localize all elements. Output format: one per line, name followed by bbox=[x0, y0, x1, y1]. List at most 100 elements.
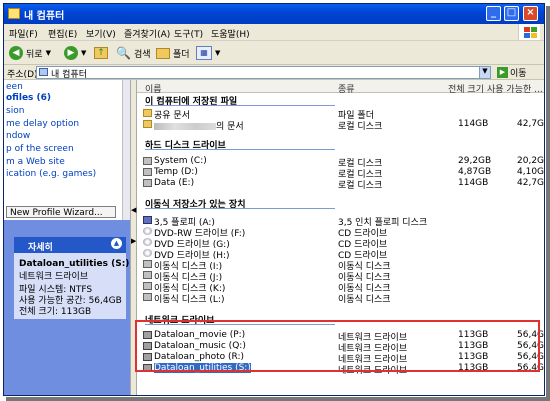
close-button[interactable]: × bbox=[523, 6, 538, 21]
left-pane-scrollbar[interactable] bbox=[122, 80, 130, 220]
column-free[interactable]: 사용 가능한 ... bbox=[487, 82, 543, 95]
chevron-down-icon: ▼ bbox=[81, 49, 87, 57]
highlight-box-network-drives bbox=[135, 320, 540, 372]
menu-edit[interactable]: 편집(E) bbox=[48, 27, 77, 40]
my-computer-icon bbox=[39, 68, 48, 76]
column-type[interactable]: 종류 bbox=[338, 82, 355, 95]
toolbar: ◀ 뒤로 ▼ ▶ ▼ ↑ 🔍 검색 폴더 ▦ ▼ bbox=[4, 41, 544, 65]
folders-label: 폴더 bbox=[173, 49, 190, 60]
column-total[interactable]: 전체 크기 bbox=[448, 82, 484, 95]
details-total-size: 전체 크기: 113GB bbox=[19, 307, 92, 317]
my-computer-icon bbox=[8, 8, 20, 19]
menu-file[interactable]: 파일(F) bbox=[9, 27, 38, 40]
new-profile-wizard-button[interactable]: New Profile Wizard... bbox=[6, 206, 116, 218]
address-field[interactable]: 내 컴퓨터 ▼ bbox=[36, 66, 491, 80]
removable-disk-icon bbox=[143, 293, 152, 301]
list-item[interactable]: 의 문서 로컬 디스크 114GB 42,7GB bbox=[137, 119, 544, 132]
hard-disk-icon bbox=[143, 179, 152, 187]
list-item[interactable]: Temp (D:) 로컬 디스크 4,87GB 4,10GB bbox=[137, 167, 544, 180]
item-type: 로컬 디스크 bbox=[338, 122, 383, 132]
search-label: 검색 bbox=[133, 49, 151, 60]
profile-list-item[interactable]: ication (e.g. games) bbox=[6, 169, 96, 179]
collapse-icon[interactable]: ▲ bbox=[111, 238, 122, 249]
go-label: 이동 bbox=[510, 69, 527, 79]
profile-list-item[interactable]: ndow bbox=[6, 131, 30, 141]
profile-list-item[interactable]: een bbox=[6, 82, 23, 92]
views-icon: ▦ bbox=[196, 46, 212, 60]
up-folder-icon: ↑ bbox=[94, 47, 108, 59]
views-button[interactable]: ▦ ▼ bbox=[196, 45, 220, 61]
section-divider bbox=[145, 149, 335, 150]
forward-arrow-icon: ▶ bbox=[64, 46, 78, 60]
details-name: Dataloan_utilities (S:) bbox=[19, 259, 130, 269]
profile-list-item[interactable]: p of the screen bbox=[6, 144, 74, 154]
list-item[interactable]: 이동식 디스크 (I:) 이동식 디스크 bbox=[137, 259, 544, 272]
back-label: 뒤로 bbox=[26, 49, 43, 60]
new-profile-wizard-label: New Profile Wizard... bbox=[10, 208, 103, 218]
list-item[interactable]: 이동식 디스크 (K:) 이동식 디스크 bbox=[137, 281, 544, 294]
go-button[interactable]: ▶ 이동 bbox=[497, 66, 527, 79]
hard-disk-icon bbox=[143, 168, 152, 176]
item-total: 4,87GB bbox=[458, 167, 492, 177]
list-item[interactable]: 공유 문서 파일 폴더 bbox=[137, 108, 544, 121]
dvd-drive-icon bbox=[143, 238, 152, 246]
list-item[interactable]: 이동식 디스크 (L:) 이동식 디스크 bbox=[137, 292, 544, 305]
item-total: 114GB bbox=[458, 178, 489, 188]
menu-view[interactable]: 보기(V) bbox=[86, 27, 116, 40]
left-task-pane: een ofiles (6) sion me delay option ndow… bbox=[4, 80, 130, 395]
column-header: 이름 종류 전체 크기 사용 가능한 ... bbox=[137, 80, 544, 95]
list-item[interactable]: DVD 드라이브 (G:) CD 드라이브 bbox=[137, 237, 544, 250]
list-item[interactable]: 3,5 플로피 (A:) 3,5 인치 플로피 디스크 bbox=[137, 215, 544, 228]
item-type: 로컬 디스크 bbox=[338, 181, 383, 191]
go-arrow-icon: ▶ bbox=[497, 67, 508, 78]
address-dropdown-icon[interactable]: ▼ bbox=[479, 67, 490, 78]
maximize-button[interactable]: □ bbox=[504, 6, 519, 21]
menu-tools[interactable]: 도구(T) bbox=[174, 27, 203, 40]
section-divider bbox=[145, 105, 335, 106]
section-divider bbox=[145, 208, 335, 209]
chevron-down-icon: ▼ bbox=[45, 49, 51, 57]
item-name: 의 문서 bbox=[154, 119, 244, 132]
up-folder-button[interactable]: ↑ bbox=[94, 45, 108, 61]
minimize-button[interactable]: _ bbox=[486, 6, 501, 21]
details-panel: Dataloan_utilities (S:) 네트워크 드라이브 파일 시스템… bbox=[14, 253, 130, 319]
menu-help[interactable]: 도움말(H) bbox=[211, 27, 250, 40]
splitter-arrow-icon: ▶ bbox=[131, 237, 137, 245]
item-free: 4,10GB bbox=[517, 167, 544, 177]
list-item[interactable]: 이동식 디스크 (J:) 이동식 디스크 bbox=[137, 270, 544, 283]
dvd-drive-icon bbox=[143, 249, 152, 257]
list-item[interactable]: Data (E:) 로컬 디스크 114GB 42,7GB bbox=[137, 178, 544, 191]
list-item[interactable]: DVD-RW 드라이브 (F:) CD 드라이브 bbox=[137, 226, 544, 239]
address-bar: 주소(D) 내 컴퓨터 ▼ ▶ 이동 bbox=[4, 65, 544, 80]
removable-disk-icon bbox=[143, 260, 152, 268]
hard-disk-icon bbox=[143, 157, 152, 165]
forward-button[interactable]: ▶ ▼ bbox=[64, 45, 86, 61]
profile-list-item[interactable]: ofiles (6) bbox=[6, 93, 51, 103]
folder-icon bbox=[143, 120, 152, 128]
removable-disk-icon bbox=[143, 282, 152, 290]
search-icon: 🔍 bbox=[116, 46, 131, 60]
profile-list-item[interactable]: sion bbox=[6, 106, 24, 116]
item-type: 이동식 디스크 bbox=[338, 295, 391, 305]
profile-list-item[interactable]: m a Web site bbox=[6, 157, 65, 167]
item-name: System (C:) bbox=[154, 156, 207, 166]
menu-bar: 파일(F) 편집(E) 보기(V) 즐겨찾기(A) 도구(T) 도움말(H) bbox=[4, 24, 544, 41]
menu-favorites[interactable]: 즐겨찾기(A) bbox=[124, 27, 170, 40]
windows-logo-icon bbox=[518, 24, 540, 40]
redacted-username bbox=[154, 123, 216, 130]
item-free: 42,7GB bbox=[517, 178, 544, 188]
folders-button[interactable]: 폴더 bbox=[156, 45, 190, 61]
details-header[interactable]: 자세히 ▲ bbox=[14, 237, 126, 253]
item-name: Data (E:) bbox=[154, 178, 195, 188]
search-button[interactable]: 🔍 검색 bbox=[116, 45, 151, 61]
dvd-drive-icon bbox=[143, 227, 152, 235]
window-shadow-right bbox=[546, 6, 550, 400]
profile-list-item[interactable]: me delay option bbox=[6, 119, 79, 129]
title-bar[interactable]: 내 컴퓨터 _ □ × bbox=[4, 4, 544, 24]
item-free: 20,2GB bbox=[517, 156, 544, 166]
back-button[interactable]: ◀ 뒤로 ▼ bbox=[9, 45, 51, 61]
window-shadow-bottom bbox=[6, 397, 550, 401]
list-item[interactable]: System (C:) 로컬 디스크 29,2GB 20,2GB bbox=[137, 156, 544, 169]
address-value: 내 컴퓨터 bbox=[51, 70, 87, 80]
list-item[interactable]: DVD 드라이브 (H:) CD 드라이브 bbox=[137, 248, 544, 261]
